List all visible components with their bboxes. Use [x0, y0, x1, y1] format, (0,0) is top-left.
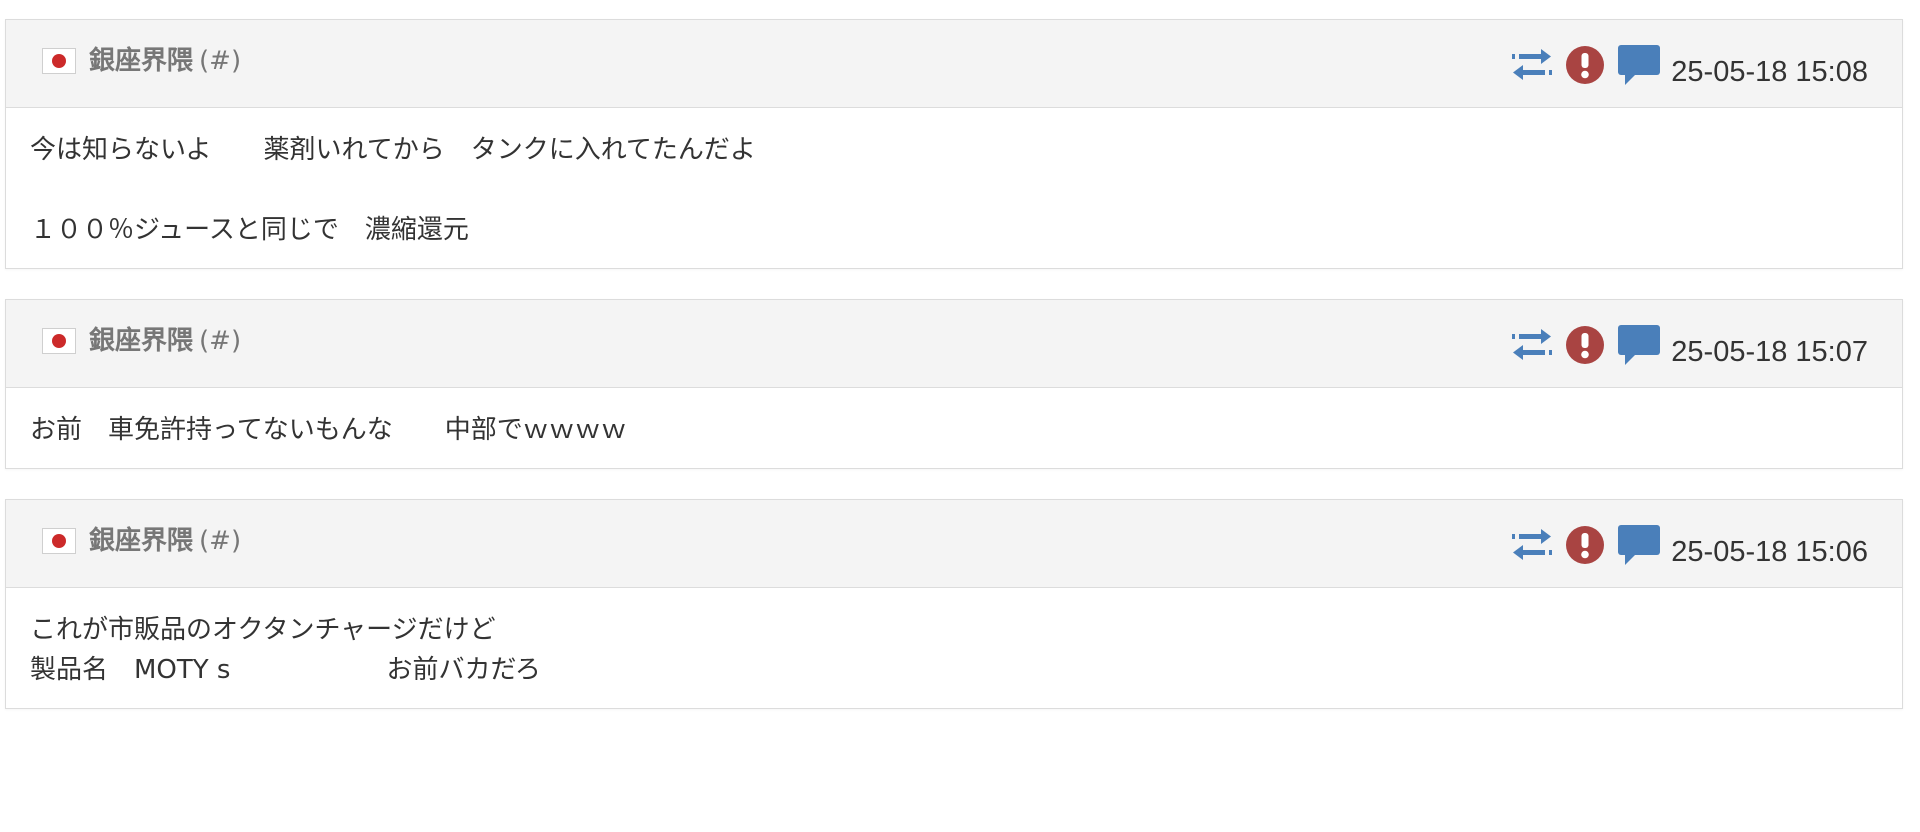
post-permalink[interactable]: (#)	[199, 326, 241, 356]
post-permalink[interactable]: (#)	[199, 46, 241, 76]
report-icon[interactable]	[1565, 525, 1605, 565]
post-text-line: これが市販品のオクタンチャージだけど	[30, 615, 496, 645]
post-text-line: １００％ジュースと同じで 濃縮還元	[30, 215, 469, 245]
post-feed: 銀座界隈 (#) 25-05-18 15:08 今は知らないよ 薬剤いれてから タン…	[5, 19, 1903, 739]
japan-flag-icon	[42, 528, 76, 554]
post-timestamp: 25-05-18 15:08	[1671, 56, 1868, 88]
flag-sun	[52, 54, 66, 68]
author-name[interactable]: 銀座界隈 (#)	[89, 526, 241, 556]
post-header: 銀座界隈 (#) 25-05-18 15:06	[6, 500, 1902, 588]
post-actions: 25-05-18 15:07	[1511, 324, 1868, 368]
post-body: お前 車免許持ってないもんな 中部でｗｗｗｗ	[6, 388, 1902, 468]
post-timestamp: 25-05-18 15:07	[1671, 336, 1868, 368]
author-label: 銀座界隈	[89, 526, 194, 556]
author-name[interactable]: 銀座界隈 (#)	[89, 326, 241, 356]
reply-icon[interactable]	[1617, 524, 1661, 566]
reply-icon[interactable]	[1617, 324, 1661, 366]
author-label: 銀座界隈	[89, 46, 194, 76]
post: 銀座界隈 (#) 25-05-18 15:07 お前 車免許持ってないもんな 中部で…	[5, 299, 1903, 469]
post-body: これが市販品のオクタンチャージだけど製品名 MOTY s お前バカだろ	[6, 588, 1902, 708]
post: 銀座界隈 (#) 25-05-18 15:08 今は知らないよ 薬剤いれてから タン…	[5, 19, 1903, 269]
retweet-icon[interactable]	[1511, 328, 1553, 362]
post-actions: 25-05-18 15:08	[1511, 44, 1868, 88]
retweet-icon[interactable]	[1511, 48, 1553, 82]
post-text-line: 今は知らないよ 薬剤いれてから タンクに入れてたんだよ	[30, 135, 756, 165]
japan-flag-icon	[42, 328, 76, 354]
post-actions: 25-05-18 15:06	[1511, 524, 1868, 568]
flag-sun	[52, 534, 66, 548]
post-body: 今は知らないよ 薬剤いれてから タンクに入れてたんだよ １００％ジュースと同じで …	[6, 108, 1902, 268]
post-permalink[interactable]: (#)	[199, 526, 241, 556]
reply-icon[interactable]	[1617, 44, 1661, 86]
post: 銀座界隈 (#) 25-05-18 15:06 これが市販品のオクタンチャージだけど…	[5, 499, 1903, 709]
author-label: 銀座界隈	[89, 326, 194, 356]
post-timestamp: 25-05-18 15:06	[1671, 536, 1868, 568]
author-name[interactable]: 銀座界隈 (#)	[89, 46, 241, 76]
post-text-line: お前 車免許持ってないもんな 中部でｗｗｗｗ	[30, 415, 627, 445]
report-icon[interactable]	[1565, 45, 1605, 85]
post-header: 銀座界隈 (#) 25-05-18 15:08	[6, 20, 1902, 108]
retweet-icon[interactable]	[1511, 528, 1553, 562]
post-header: 銀座界隈 (#) 25-05-18 15:07	[6, 300, 1902, 388]
japan-flag-icon	[42, 48, 76, 74]
flag-sun	[52, 334, 66, 348]
post-text-line: 製品名 MOTY s お前バカだろ	[30, 655, 541, 685]
report-icon[interactable]	[1565, 325, 1605, 365]
post-text-line	[30, 170, 1878, 210]
